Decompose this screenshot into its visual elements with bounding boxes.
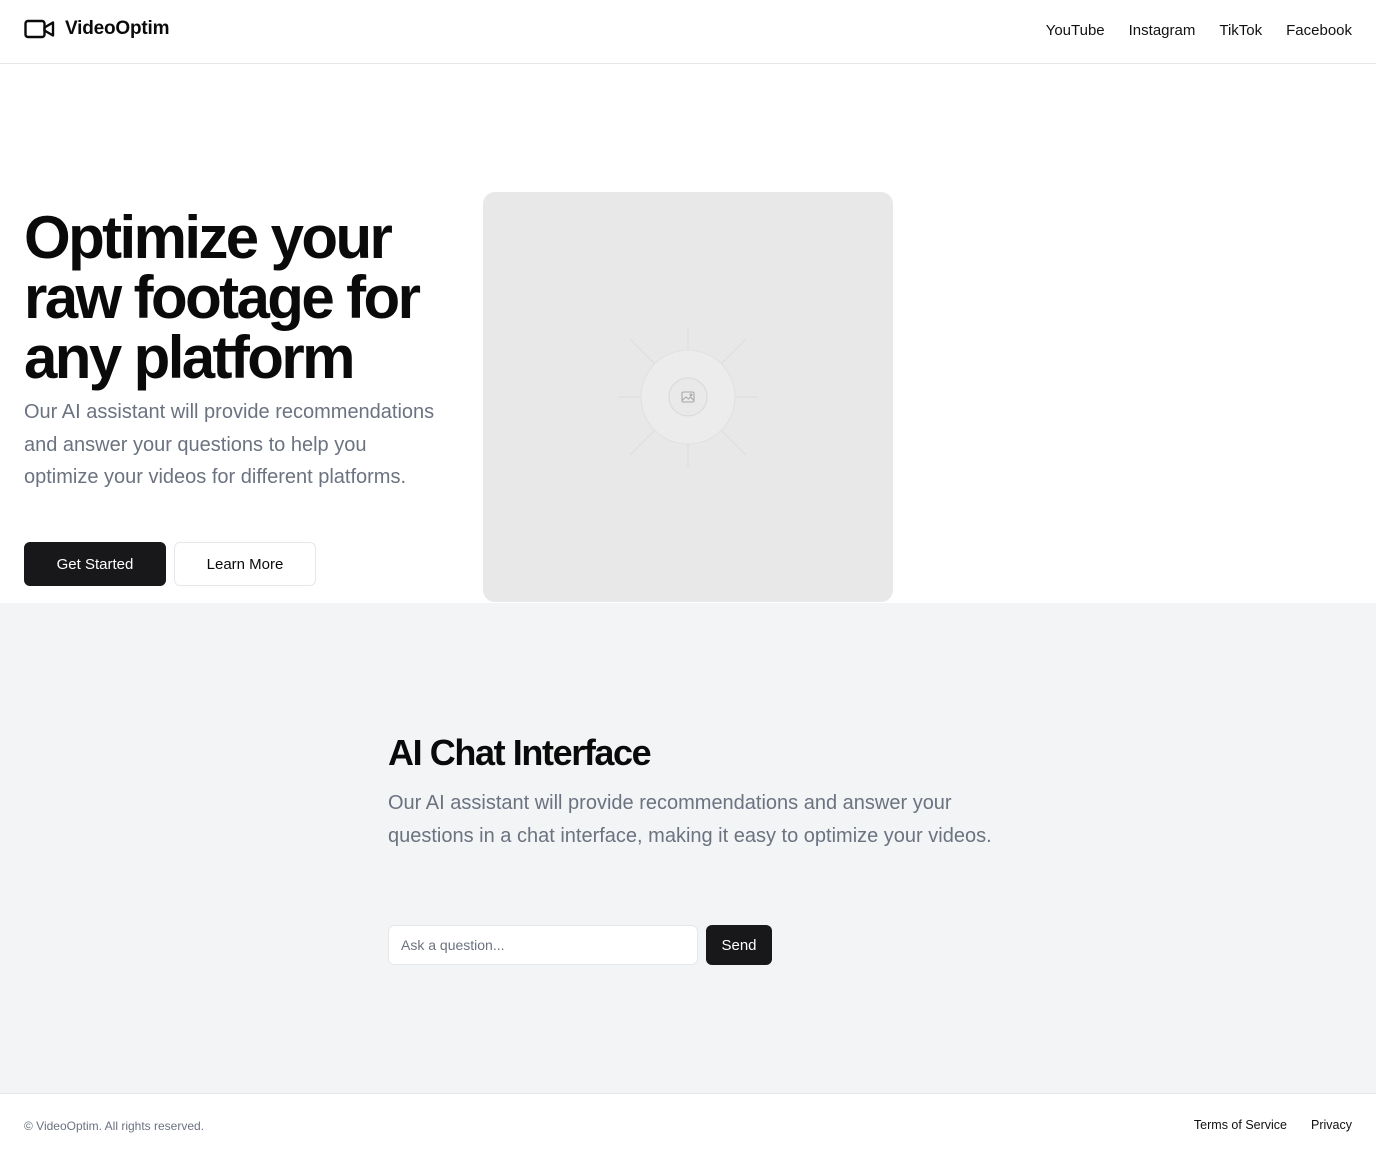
learn-more-button[interactable]: Learn More xyxy=(174,542,316,586)
chat-title: AI Chat Interface xyxy=(388,732,652,773)
nav-link-facebook[interactable]: Facebook xyxy=(1286,22,1352,39)
chat-description: Our AI assistant will provide recommenda… xyxy=(388,792,992,847)
copyright-text: © VideoOptim. All rights reserved. xyxy=(24,1119,205,1133)
footer-links: Terms of Service Privacy xyxy=(1194,1118,1352,1132)
brand-link[interactable]: VideoOptim xyxy=(24,18,169,40)
main-nav: YouTube Instagram TikTok Facebook xyxy=(1046,22,1352,39)
video-camera-icon xyxy=(24,18,55,40)
send-button[interactable]: Send xyxy=(706,925,772,965)
site-header: VideoOptim YouTube Instagram TikTok Face… xyxy=(0,0,1376,64)
terms-of-service-link[interactable]: Terms of Service xyxy=(1194,1118,1287,1132)
brand-name: VideoOptim xyxy=(65,18,170,39)
chat-section: AI Chat Interface Our AI assistant will … xyxy=(0,603,1376,1093)
get-started-button[interactable]: Get Started xyxy=(24,542,166,586)
site-footer: © VideoOptim. All rights reserved. Terms… xyxy=(0,1093,1376,1158)
hero-image-placeholder xyxy=(483,192,893,602)
nav-link-tiktok[interactable]: TikTok xyxy=(1219,22,1262,39)
privacy-link[interactable]: Privacy xyxy=(1311,1118,1352,1132)
nav-link-instagram[interactable]: Instagram xyxy=(1129,22,1196,39)
hero-description: Our AI assistant will provide recommenda… xyxy=(24,401,435,488)
chat-question-input[interactable] xyxy=(388,925,698,965)
hero-title: Optimize your raw footage for any platfo… xyxy=(24,204,421,391)
nav-link-youtube[interactable]: YouTube xyxy=(1046,22,1105,39)
